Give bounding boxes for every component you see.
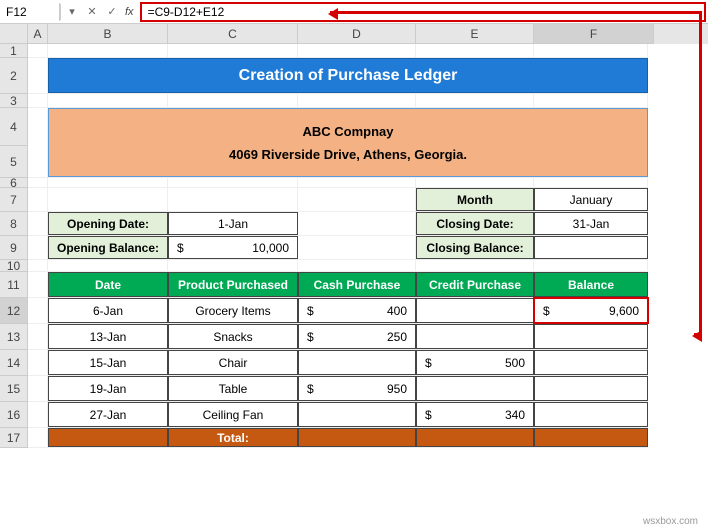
annotation-arrow xyxy=(330,11,700,14)
row-header-16[interactable]: 16 xyxy=(0,402,28,428)
table-row: 27-JanCeiling Fan $340 xyxy=(28,402,648,428)
total-blank[interactable] xyxy=(48,428,168,447)
cell-date[interactable]: 13-Jan xyxy=(48,324,168,349)
row-header-2[interactable]: 2 xyxy=(0,58,28,94)
row-header-15[interactable]: 15 xyxy=(0,376,28,402)
th-date[interactable]: Date xyxy=(48,272,168,297)
opening-date-value[interactable]: 1-Jan xyxy=(168,212,298,235)
row-header-6[interactable]: 6 xyxy=(0,178,28,188)
column-headers: A B C D E F xyxy=(0,24,708,44)
row-header-7[interactable]: 7 xyxy=(0,188,28,212)
th-balance[interactable]: Balance xyxy=(534,272,648,297)
cancel-icon[interactable]: ✕ xyxy=(85,5,99,19)
col-header-d[interactable]: D xyxy=(298,24,416,44)
col-header-a[interactable]: A xyxy=(28,24,48,44)
dropdown-icon[interactable]: ▾ xyxy=(65,5,79,19)
total-balance[interactable] xyxy=(534,428,648,447)
watermark: wsxbox.com xyxy=(643,516,698,527)
cell-product[interactable]: Snacks xyxy=(168,324,298,349)
closing-date-value[interactable]: 31-Jan xyxy=(534,212,648,235)
cell-balance[interactable]: $9,600 xyxy=(534,298,648,323)
cell-balance[interactable] xyxy=(534,350,648,375)
formula-bar-icons: ▾ ✕ ✓ fx xyxy=(61,5,138,19)
closing-date-label[interactable]: Closing Date: xyxy=(416,212,534,235)
opening-date-label[interactable]: Opening Date: xyxy=(48,212,168,235)
row-header-13[interactable]: 13 xyxy=(0,324,28,350)
row-header-9[interactable]: 9 xyxy=(0,236,28,260)
cell-date[interactable]: 27-Jan xyxy=(48,402,168,427)
cell-date[interactable]: 19-Jan xyxy=(48,376,168,401)
cell-credit[interactable]: $340 xyxy=(416,402,534,427)
total-credit[interactable] xyxy=(416,428,534,447)
row-header-1[interactable]: 1 xyxy=(0,44,28,58)
page-title: Creation of Purchase Ledger xyxy=(48,58,648,93)
company-address: 4069 Riverside Drive, Athens, Georgia. xyxy=(49,147,647,162)
row-header-11[interactable]: 11 xyxy=(0,272,28,298)
opening-balance-value[interactable]: $10,000 xyxy=(168,236,298,259)
closing-balance-value[interactable] xyxy=(534,236,648,259)
cell-cash[interactable] xyxy=(298,402,416,427)
enter-icon[interactable]: ✓ xyxy=(105,5,119,19)
company-box: ABC Compnay 4069 Riverside Drive, Athens… xyxy=(48,108,648,177)
opening-balance-label[interactable]: Opening Balance: xyxy=(48,236,168,259)
row-header-5[interactable]: 5 xyxy=(0,146,28,178)
table-row: 13-JanSnacks$250 xyxy=(28,324,648,350)
select-all-corner[interactable] xyxy=(0,24,28,44)
table-row: 6-JanGrocery Items$400 $9,600 xyxy=(28,298,648,324)
table-row: 15-JanChair $500 xyxy=(28,350,648,376)
cell-credit[interactable] xyxy=(416,324,534,349)
row-header-3[interactable]: 3 xyxy=(0,94,28,108)
col-header-b[interactable]: B xyxy=(48,24,168,44)
th-credit[interactable]: Credit Purchase xyxy=(416,272,534,297)
cell-credit[interactable] xyxy=(416,298,534,323)
cell-balance[interactable] xyxy=(534,402,648,427)
cell-cash[interactable]: $400 xyxy=(298,298,416,323)
cell-credit[interactable]: $500 xyxy=(416,350,534,375)
closing-balance-label[interactable]: Closing Balance: xyxy=(416,236,534,259)
row-header-17[interactable]: 17 xyxy=(0,428,28,448)
total-cash[interactable] xyxy=(298,428,416,447)
total-label[interactable]: Total: xyxy=(168,428,298,447)
th-cash[interactable]: Cash Purchase xyxy=(298,272,416,297)
col-header-c[interactable]: C xyxy=(168,24,298,44)
row-header-10[interactable]: 10 xyxy=(0,260,28,272)
col-header-e[interactable]: E xyxy=(416,24,534,44)
annotation-arrow xyxy=(699,11,702,334)
cell-product[interactable]: Grocery Items xyxy=(168,298,298,323)
col-header-f[interactable]: F xyxy=(534,24,654,44)
annotation-arrow xyxy=(694,333,702,336)
th-product[interactable]: Product Purchased xyxy=(168,272,298,297)
row-header-8[interactable]: 8 xyxy=(0,212,28,236)
cell-balance[interactable] xyxy=(534,376,648,401)
cell-date[interactable]: 6-Jan xyxy=(48,298,168,323)
cell-product[interactable]: Ceiling Fan xyxy=(168,402,298,427)
cell-credit[interactable] xyxy=(416,376,534,401)
cell-product[interactable]: Chair xyxy=(168,350,298,375)
row-header-14[interactable]: 14 xyxy=(0,350,28,376)
company-name: ABC Compnay xyxy=(49,124,647,139)
cell-date[interactable]: 15-Jan xyxy=(48,350,168,375)
fx-icon[interactable]: fx xyxy=(125,6,134,18)
cell-cash[interactable] xyxy=(298,350,416,375)
name-box[interactable]: F12 xyxy=(0,3,60,21)
table-row: 19-JanTable$950 xyxy=(28,376,648,402)
month-value[interactable]: January xyxy=(534,188,648,211)
cell-cash[interactable]: $950 xyxy=(298,376,416,401)
cell-cash[interactable]: $250 xyxy=(298,324,416,349)
cell-product[interactable]: Table xyxy=(168,376,298,401)
cell-balance[interactable] xyxy=(534,324,648,349)
month-label[interactable]: Month xyxy=(416,188,534,211)
row-headers: 1234567891011121314151617 xyxy=(0,44,28,448)
row-header-12[interactable]: 12 xyxy=(0,298,28,324)
row-header-4[interactable]: 4 xyxy=(0,108,28,146)
